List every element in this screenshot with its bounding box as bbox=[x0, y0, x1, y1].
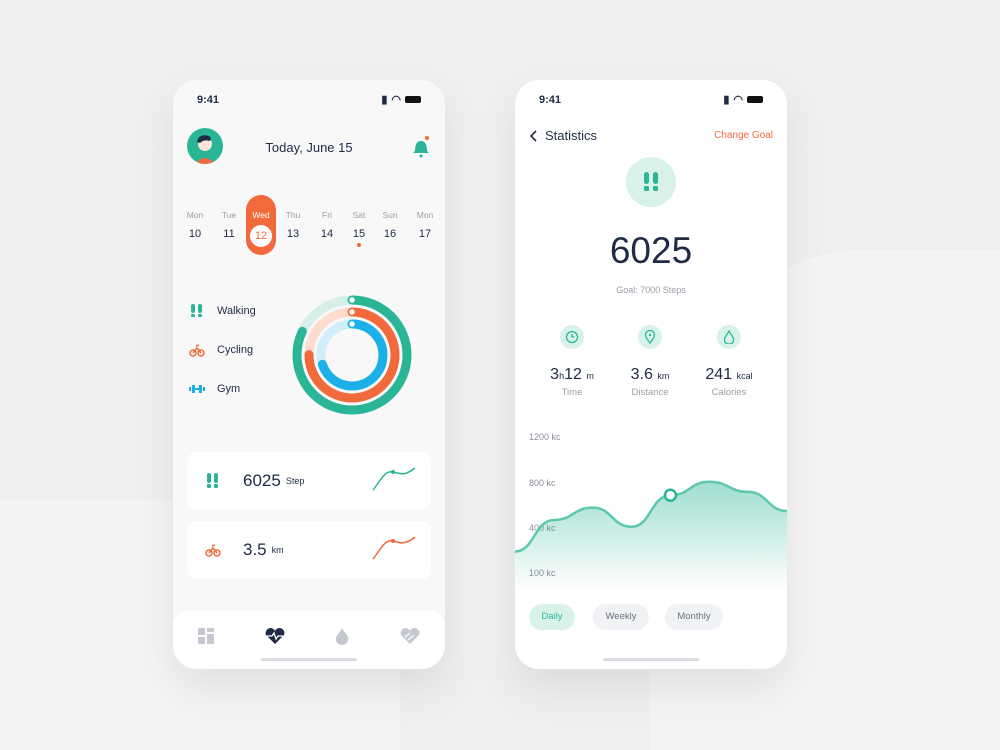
day-thu-13[interactable]: Thu 13 bbox=[278, 210, 308, 240]
notification-button[interactable] bbox=[411, 135, 431, 164]
bicycle-icon bbox=[189, 344, 205, 357]
footsteps-icon bbox=[644, 172, 658, 191]
stat-unit: km bbox=[657, 371, 670, 381]
event-dot bbox=[357, 243, 361, 247]
ring-knob bbox=[347, 307, 357, 317]
page-title: Statistics bbox=[545, 128, 598, 143]
change-goal-link[interactable]: Change Goal bbox=[714, 130, 773, 141]
day-sat-15[interactable]: Sat 15 bbox=[344, 210, 374, 247]
stat-unit: kcal bbox=[736, 371, 753, 381]
ring-knob bbox=[347, 319, 357, 329]
day-number: 14 bbox=[320, 228, 334, 240]
steps-card[interactable]: 6025 Step bbox=[187, 452, 431, 510]
stat-label: Distance bbox=[631, 387, 669, 398]
signal-icon: ▮ bbox=[723, 94, 730, 106]
cycling-card[interactable]: 3.5 km bbox=[187, 521, 431, 579]
goal-text: Goal: 7000 Steps bbox=[616, 285, 686, 295]
statistics-screen: 9:41 ▮ ◠ Statistics Change Goal 6025 Goal… bbox=[515, 80, 787, 669]
status-time: 9:41 bbox=[539, 93, 562, 106]
bell-icon bbox=[413, 136, 429, 158]
stat-label: Calories bbox=[711, 387, 747, 398]
stat-distance: 3.6 km Distance bbox=[610, 325, 690, 398]
day-mon-17[interactable]: Mon 17 bbox=[410, 210, 440, 240]
heart-hands-icon[interactable] bbox=[400, 628, 420, 644]
flame-icon[interactable] bbox=[335, 627, 349, 645]
legend-walking: Walking bbox=[189, 304, 256, 318]
period-monthly[interactable]: Monthly bbox=[665, 604, 723, 630]
stat-value: 3.6 bbox=[630, 366, 653, 383]
status-bar: 9:41 ▮ ◠ bbox=[197, 93, 421, 106]
day-wed-12[interactable]: Wed 12 bbox=[246, 195, 276, 255]
period-daily[interactable]: Daily bbox=[529, 604, 575, 630]
stat-label: Time bbox=[561, 387, 583, 398]
home-indicator bbox=[261, 658, 357, 661]
day-name: Mon bbox=[416, 210, 434, 220]
footsteps-icon bbox=[191, 304, 202, 317]
stat-time: 3h12 m Time bbox=[532, 325, 612, 398]
chevron-left-icon bbox=[529, 129, 537, 142]
day-mon-10[interactable]: Mon 10 bbox=[180, 210, 210, 240]
activity-rings bbox=[292, 295, 412, 415]
day-number: 17 bbox=[418, 228, 432, 240]
ring-knob bbox=[347, 295, 357, 305]
cycling-sparkline bbox=[372, 536, 416, 560]
day-number: 15 bbox=[352, 228, 366, 240]
stat-calories: 241 kcal Calories bbox=[689, 325, 769, 398]
stat-unit: m bbox=[586, 371, 594, 381]
signal-icon: ▮ bbox=[381, 94, 388, 106]
day-name: Fri bbox=[322, 210, 332, 220]
battery-icon bbox=[405, 96, 421, 103]
distance-value: 3.5 bbox=[243, 540, 267, 559]
home-indicator bbox=[603, 658, 699, 661]
day-number: 11 bbox=[223, 228, 235, 240]
day-number: 16 bbox=[383, 228, 397, 240]
wifi-icon: ◠ bbox=[391, 94, 401, 106]
chart-highlight-point[interactable] bbox=[663, 488, 678, 502]
location-pin-icon bbox=[644, 330, 656, 344]
day-tue-11[interactable]: Tue 11 bbox=[214, 210, 244, 240]
legend-label: Gym bbox=[217, 383, 241, 395]
day-sun-16[interactable]: Sun 16 bbox=[375, 210, 405, 240]
steps-sparkline bbox=[372, 467, 416, 491]
stat-value: 241 bbox=[705, 366, 733, 383]
steps-badge bbox=[626, 157, 676, 207]
steps-count: 6025 bbox=[609, 230, 693, 271]
page-title: Today, June 15 bbox=[265, 140, 353, 155]
stat-value: 3 bbox=[550, 366, 560, 383]
wifi-icon: ◠ bbox=[733, 94, 743, 106]
stat-value: 12 bbox=[564, 366, 582, 383]
legend-cycling: Cycling bbox=[189, 343, 253, 357]
status-bar: 9:41 ▮ ◠ bbox=[539, 93, 763, 106]
flame-icon bbox=[723, 330, 735, 344]
legend-label: Walking bbox=[217, 305, 256, 317]
activity-screen: 9:41 ▮ ◠ Today, June 15 Mon 10 Tue 11 Wed 12 Th… bbox=[173, 80, 445, 669]
status-time: 9:41 bbox=[197, 93, 220, 106]
day-number: 10 bbox=[188, 228, 202, 240]
chart-area bbox=[515, 481, 787, 590]
day-name: Sat bbox=[352, 210, 366, 220]
back-button[interactable]: Statistics bbox=[529, 128, 597, 143]
legend-label: Cycling bbox=[217, 344, 254, 356]
day-number: 13 bbox=[286, 228, 300, 240]
battery-icon bbox=[747, 96, 763, 103]
day-name: Thu bbox=[285, 210, 301, 220]
legend-gym: Gym bbox=[189, 382, 240, 396]
footsteps-icon bbox=[207, 473, 218, 488]
clock-icon bbox=[565, 330, 579, 344]
day-number: 12 bbox=[250, 225, 272, 247]
steps-value: 6025 bbox=[243, 471, 281, 490]
day-name: Sun bbox=[382, 210, 398, 220]
distance-unit: km bbox=[271, 545, 284, 555]
day-fri-14[interactable]: Fri 14 bbox=[312, 210, 342, 240]
heart-pulse-icon[interactable] bbox=[265, 628, 285, 644]
period-weekly[interactable]: Weekly bbox=[593, 604, 649, 630]
calories-chart bbox=[515, 480, 787, 590]
dumbbell-icon bbox=[189, 385, 205, 393]
bicycle-icon bbox=[205, 544, 221, 557]
day-name: Tue bbox=[221, 210, 237, 220]
steps-unit: Step bbox=[285, 476, 305, 486]
dashboard-icon[interactable] bbox=[198, 628, 215, 644]
day-name: Mon bbox=[186, 210, 204, 220]
day-name: Wed bbox=[252, 210, 270, 220]
